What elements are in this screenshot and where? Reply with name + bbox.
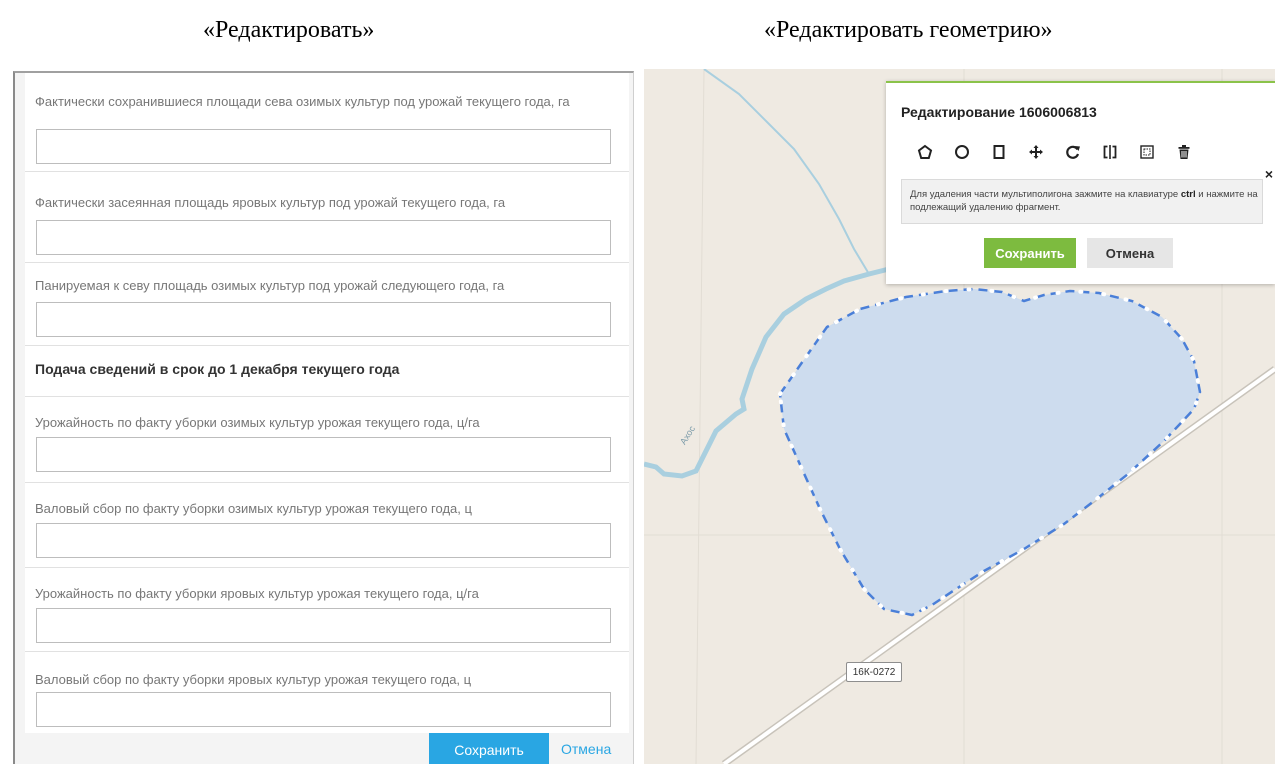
- field-label: Урожайность по факту уборки озимых культ…: [35, 415, 480, 430]
- rotate-icon[interactable]: [1054, 139, 1091, 165]
- field-spring-gross: Валовый сбор по факту уборки яровых куль…: [25, 652, 629, 740]
- winter-crops-preserved-input[interactable]: [36, 129, 611, 164]
- split-icon[interactable]: [1091, 139, 1128, 165]
- field-label: Валовый сбор по факту уборки яровых куль…: [35, 672, 472, 687]
- cancel-link[interactable]: Отмена: [561, 741, 611, 757]
- editable-polygon: [778, 287, 1202, 617]
- form-body: Фактически сохранившиеся площади сева оз…: [25, 73, 629, 740]
- geometry-edit-popup: Редактирование 1606006813 × Для удаления…: [886, 81, 1275, 284]
- spring-yield-input[interactable]: [36, 608, 611, 643]
- river-branch: [703, 69, 870, 275]
- field-spring-yield: Урожайность по факту уборки яровых культ…: [25, 568, 629, 652]
- move-icon[interactable]: [1017, 139, 1054, 165]
- popup-title: Редактирование 1606006813: [901, 104, 1097, 120]
- section-header: Подача сведений в срок до 1 декабря теку…: [25, 346, 629, 397]
- hint-text: Для удаления части мультиполигона зажмит…: [910, 189, 1181, 200]
- spring-crops-sown-input[interactable]: [36, 220, 611, 255]
- cancel-geometry-button[interactable]: Отмена: [1087, 238, 1173, 268]
- winter-gross-input[interactable]: [36, 523, 611, 558]
- close-icon[interactable]: ×: [1265, 166, 1273, 182]
- map-view[interactable]: Ахос 16К-0272 Редактирование 1606006813: [644, 69, 1275, 764]
- hint-key: ctrl: [1180, 189, 1196, 200]
- field-label: Урожайность по факту уборки яровых культ…: [35, 586, 479, 601]
- winter-yield-input[interactable]: [36, 437, 611, 472]
- field-winter-crops-preserved: Фактически сохранившиеся площади сева оз…: [25, 73, 629, 172]
- caption-edit-geometry: «Редактировать геометрию»: [764, 17, 1053, 43]
- field-spring-crops-sown: Фактически засеянная площадь яровых куль…: [25, 172, 629, 263]
- grid-line: [695, 69, 705, 764]
- field-label: Фактически засеянная площадь яровых куль…: [35, 195, 506, 210]
- field-winter-yield: Урожайность по факту уборки озимых культ…: [25, 397, 629, 483]
- caption-edit: «Редактировать»: [203, 17, 375, 43]
- select-area-icon[interactable]: [1128, 139, 1165, 165]
- edit-form-panel: Фактически сохранившиеся площади сева оз…: [13, 71, 634, 764]
- spring-gross-input[interactable]: [36, 692, 611, 727]
- polygon-icon[interactable]: [906, 139, 943, 165]
- geometry-toolbar: [906, 139, 1202, 165]
- rectangle-icon[interactable]: [980, 139, 1017, 165]
- field-label: Панируемая к севу площадь озимых культур…: [35, 278, 505, 293]
- field-label: Валовый сбор по факту уборки озимых куль…: [35, 501, 472, 516]
- road-label: 16К-0272: [846, 662, 902, 682]
- field-label: Фактически сохранившиеся площади сева оз…: [35, 94, 570, 109]
- save-geometry-button[interactable]: Сохранить: [984, 238, 1076, 268]
- form-footer: Сохранить Отмена: [25, 733, 629, 764]
- circle-icon[interactable]: [943, 139, 980, 165]
- field-winter-crops-planned: Панируемая к севу площадь озимых культур…: [25, 263, 629, 346]
- field-winter-gross: Валовый сбор по факту уборки озимых куль…: [25, 483, 629, 568]
- delete-icon[interactable]: [1165, 139, 1202, 165]
- popup-hint: Для удаления части мультиполигона зажмит…: [901, 179, 1263, 224]
- winter-crops-planned-input[interactable]: [36, 302, 611, 337]
- save-button[interactable]: Сохранить: [429, 733, 549, 764]
- section-title: Подача сведений в срок до 1 декабря теку…: [35, 361, 400, 377]
